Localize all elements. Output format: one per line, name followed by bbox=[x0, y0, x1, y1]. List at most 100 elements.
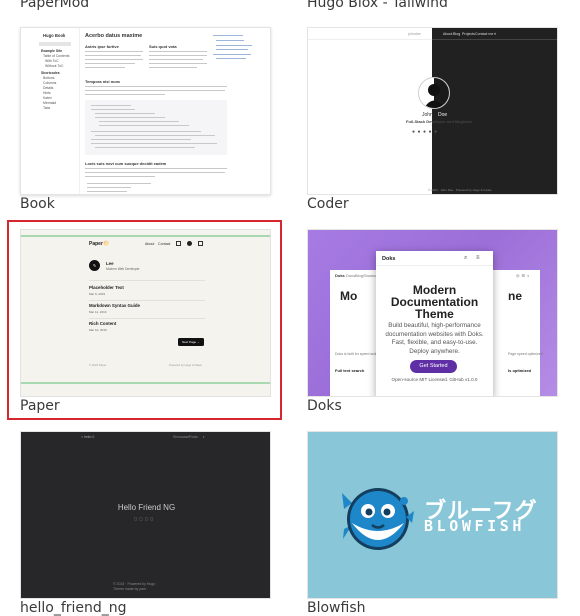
toc-line bbox=[213, 54, 251, 56]
doks-right-feature: Is optimized bbox=[508, 368, 532, 373]
book-nav-item: Columns bbox=[43, 81, 57, 85]
blowfish-title-en: BLOWFISH bbox=[424, 517, 526, 535]
theme-label-hello-friend-ng[interactable]: hello_friend_ng bbox=[20, 600, 127, 616]
coder-dark-half bbox=[432, 28, 557, 194]
theme-label-book[interactable]: Book bbox=[20, 196, 55, 212]
book-brand: Hugo Book bbox=[43, 33, 66, 38]
text-line bbox=[85, 86, 227, 88]
theme-preview-doks[interactable]: Doks Docs Blog Showcase ◎☰◐ Mo ne Doks i… bbox=[307, 229, 558, 397]
hfng-brand: > hello 0 bbox=[81, 435, 95, 439]
text-line bbox=[85, 55, 141, 57]
theme-preview-hello-friend-ng[interactable]: > hello 0 Showcase Posts ◐ Hello Friend … bbox=[20, 431, 271, 599]
text-line bbox=[85, 59, 143, 61]
post-title: Placeholder Text bbox=[89, 285, 124, 290]
doks-nav-item: Blog bbox=[355, 273, 364, 278]
text-line bbox=[149, 51, 207, 53]
text-line bbox=[87, 187, 131, 189]
theme-label-hugo-blox[interactable]: Hugo Blox - Tailwind bbox=[307, 0, 448, 11]
paper-nav-item: Contact bbox=[158, 242, 171, 246]
hfng-footer-1: © 2024 · Powered by Hugo bbox=[113, 582, 156, 586]
coder-nav-item: Contact me bbox=[475, 32, 494, 36]
book-nav-item: Details bbox=[43, 86, 54, 90]
menu-icon[interactable]: ≡ bbox=[476, 255, 480, 261]
toc-line bbox=[213, 35, 243, 37]
accent-stripe bbox=[21, 235, 270, 237]
post-date: Mar 9, 2019 bbox=[89, 292, 106, 296]
avatar bbox=[418, 77, 450, 109]
post-title: Rich Content bbox=[89, 321, 117, 326]
accent-stripe bbox=[21, 382, 270, 384]
search-icon[interactable]: ⌕ bbox=[464, 255, 467, 262]
coder-name-first: John bbox=[422, 112, 433, 118]
book-heading: Acerbo datus maxime bbox=[85, 33, 143, 39]
book-col2-title: Suis quot vota bbox=[149, 44, 177, 49]
book-col1-title: Astris ipse furtive bbox=[85, 44, 119, 49]
text-line bbox=[85, 90, 225, 92]
book-nav-item: With ToC bbox=[45, 59, 59, 63]
theme-preview-blowfish[interactable]: ブルーフグ BLOWFISH bbox=[307, 431, 558, 599]
text-line bbox=[85, 63, 135, 65]
social-icons: ◻◻◻◻ bbox=[134, 516, 156, 521]
divider bbox=[89, 318, 205, 319]
book-nav-item: Shortcodes bbox=[41, 71, 60, 75]
theme-preview-paper[interactable]: Paper 🌕 About Contact ✎ Lee Modern Web D… bbox=[20, 229, 271, 397]
hfng-footer-2: Theme made by panr bbox=[113, 587, 147, 591]
next-page-button: Next Page → bbox=[178, 338, 204, 346]
paper-nav-item: About bbox=[145, 242, 155, 246]
text-line bbox=[85, 67, 125, 69]
theme-label-blowfish[interactable]: Blowfish bbox=[307, 600, 366, 616]
toc-line bbox=[216, 40, 244, 42]
post-title: Markdown Syntax Guide bbox=[89, 303, 140, 308]
doks-nav-item: Docs bbox=[346, 273, 356, 278]
theme-toggle-icon: ◐ bbox=[494, 31, 497, 36]
doks-front-window: Doks ⌕ ≡ Modern Documentation Theme Buil… bbox=[376, 251, 493, 396]
doks-hero-text: Build beautiful, high-performance docume… bbox=[385, 322, 484, 355]
text-line bbox=[149, 63, 207, 65]
paper-author-subtitle: Modern Web Developer bbox=[106, 267, 140, 271]
book-nav-item: Mermaid bbox=[43, 101, 57, 105]
text-line bbox=[87, 191, 127, 193]
coder-brand: johndoe bbox=[408, 32, 421, 36]
blowfish-logo-icon bbox=[342, 488, 414, 550]
get-started-button[interactable]: Get Started bbox=[410, 360, 457, 373]
menu-icon bbox=[198, 241, 203, 246]
divider bbox=[89, 300, 205, 301]
book-nav-item: Buttons bbox=[43, 76, 55, 80]
text-line bbox=[85, 172, 225, 174]
avatar: ✎ bbox=[89, 260, 100, 271]
coder-name-last: Doe bbox=[438, 112, 448, 118]
doks-hero-peek-right: ne bbox=[508, 289, 523, 303]
post-date: Mar 10, 2019 bbox=[89, 328, 107, 332]
text-line bbox=[87, 183, 151, 185]
theme-label-paper[interactable]: Paper bbox=[20, 398, 60, 414]
toc-line bbox=[216, 49, 248, 51]
coder-nav-item: About bbox=[443, 32, 453, 36]
doks-license: Open-source MIT Licensed. GitHub v1.0.0 bbox=[391, 377, 478, 382]
coder-nav-item: Blog bbox=[453, 32, 461, 36]
theme-preview-coder[interactable]: johndoe About Blog Projects Contact me ◐… bbox=[307, 27, 558, 195]
text-line bbox=[85, 176, 155, 178]
divider bbox=[308, 39, 432, 40]
book-nav-item: Hints bbox=[43, 91, 51, 95]
divider bbox=[432, 39, 557, 40]
theme-toggle-icon bbox=[187, 241, 192, 246]
doks-brand-back: Doks bbox=[335, 273, 345, 278]
book-nav-item: Tabs bbox=[43, 106, 51, 110]
doks-left-feature: Full text search bbox=[335, 368, 365, 373]
theme-label-papermod[interactable]: PaperMod bbox=[20, 0, 89, 11]
text-line bbox=[149, 59, 203, 61]
toolbar-icons: ◎☰◐ bbox=[516, 273, 532, 278]
coder-footer: © 2024 · John Doe · Powered by Hugo & Co… bbox=[428, 188, 493, 192]
theme-toggle-icon: ◐ bbox=[203, 435, 206, 439]
doks-brand: Doks bbox=[382, 256, 396, 262]
paper-brand: Paper bbox=[89, 241, 103, 247]
text-line bbox=[149, 67, 197, 69]
text-line bbox=[149, 55, 207, 57]
book-section2-title: Locis suis novi cum suoque decidit eadem bbox=[85, 161, 167, 166]
paper-footer-right: Powered by Hugo & Paper bbox=[169, 363, 203, 367]
theme-label-coder[interactable]: Coder bbox=[307, 196, 349, 212]
doks-right-text: Page speed optimized bbox=[508, 352, 543, 356]
book-nav-item: Katex bbox=[43, 96, 52, 100]
theme-preview-book[interactable]: Hugo Book Example Site Table of Contents… bbox=[20, 27, 271, 195]
theme-label-doks[interactable]: Doks bbox=[307, 398, 342, 414]
